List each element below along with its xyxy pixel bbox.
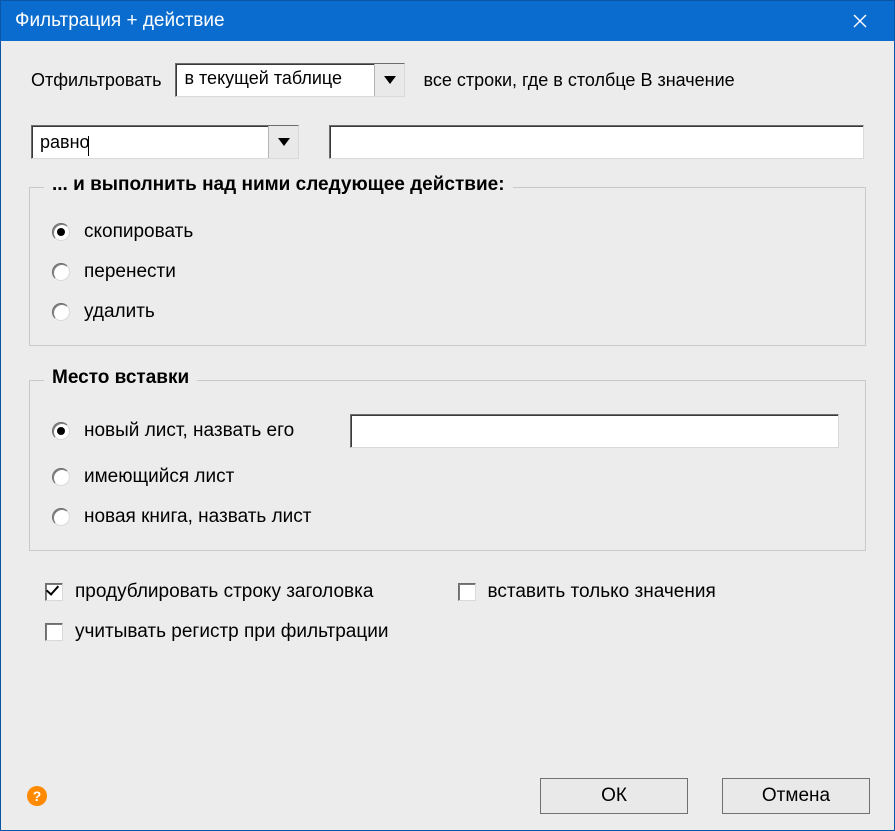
condition-row: равно: [25, 125, 870, 159]
titlebar: Фильтрация + действие: [1, 1, 894, 41]
condition-combobox-button[interactable]: [268, 126, 298, 158]
value-input[interactable]: [329, 125, 864, 159]
condition-combobox[interactable]: равно: [31, 125, 299, 159]
check-case-sensitive[interactable]: учитывать регистр при фильтрации: [45, 621, 438, 643]
checkbox-icon: [45, 623, 63, 641]
filter-trailing-text: все строки, где в столбце B значение: [419, 70, 734, 91]
radio-dot-icon: [52, 223, 70, 241]
window-title: Фильтрация + действие: [15, 10, 838, 32]
action-group-legend: ... и выполнить над ними следующее дейст…: [44, 174, 513, 196]
check-label: продублировать строку заголовка: [75, 581, 373, 603]
radio-new-sheet[interactable]: новый лист, назвать его: [52, 420, 332, 442]
radio-dot-icon: [52, 508, 70, 526]
footer: ? ОК Отмена: [25, 778, 870, 814]
radio-dot-icon: [52, 468, 70, 486]
options-checks: продублировать строку заголовка вставить…: [25, 581, 870, 643]
checkbox-icon: [45, 583, 63, 601]
check-label: учитывать регистр при фильтрации: [75, 621, 388, 643]
radio-delete[interactable]: удалить: [52, 301, 843, 323]
check-values-only[interactable]: вставить только значения: [458, 581, 851, 603]
radio-label: имеющийся лист: [84, 466, 234, 488]
client-area: Отфильтровать в текущей таблице все стро…: [1, 41, 894, 691]
radio-copy[interactable]: скопировать: [52, 221, 843, 243]
destination-radio-list: новый лист, назвать его имеющийся лист н…: [52, 406, 843, 528]
close-button[interactable]: [838, 1, 882, 41]
radio-dot-icon: [52, 263, 70, 281]
radio-label: новый лист, назвать его: [84, 420, 294, 442]
condition-combobox-value: равно: [32, 126, 268, 158]
radio-dot-icon: [52, 303, 70, 321]
text-caret: [88, 136, 89, 156]
destination-group-legend: Место вставки: [44, 367, 197, 389]
checkbox-icon: [458, 583, 476, 601]
radio-dot-icon: [52, 422, 70, 440]
scope-combobox[interactable]: в текущей таблице: [175, 63, 405, 97]
scope-combobox-value: в текущей таблице: [176, 64, 374, 96]
destination-groupbox: Место вставки новый лист, назвать его им…: [29, 380, 866, 551]
chevron-down-icon: [384, 76, 396, 84]
radio-label: скопировать: [84, 221, 193, 243]
scope-combobox-button[interactable]: [374, 64, 404, 96]
radio-label: новая книга, назвать лист: [84, 506, 312, 528]
radio-label: перенести: [84, 261, 176, 283]
filter-label: Отфильтровать: [25, 70, 161, 91]
filter-row: Отфильтровать в текущей таблице все стро…: [25, 63, 870, 97]
dialog-window: Фильтрация + действие Отфильтровать в те…: [0, 0, 895, 831]
radio-existing-sheet[interactable]: имеющийся лист: [52, 466, 843, 488]
cancel-button[interactable]: Отмена: [722, 778, 870, 814]
check-label: вставить только значения: [488, 581, 716, 603]
radio-new-workbook[interactable]: новая книга, назвать лист: [52, 506, 843, 528]
close-icon: [853, 14, 867, 28]
chevron-down-icon: [278, 138, 290, 146]
ok-button[interactable]: ОК: [540, 778, 688, 814]
help-icon: ?: [33, 788, 42, 804]
radio-move[interactable]: перенести: [52, 261, 843, 283]
check-duplicate-header[interactable]: продублировать строку заголовка: [45, 581, 438, 603]
new-sheet-name-input[interactable]: [350, 414, 839, 448]
action-radio-list: скопировать перенести удалить: [52, 213, 843, 323]
help-button[interactable]: ?: [27, 786, 47, 806]
action-groupbox: ... и выполнить над ними следующее дейст…: [29, 187, 866, 346]
radio-label: удалить: [84, 301, 155, 323]
